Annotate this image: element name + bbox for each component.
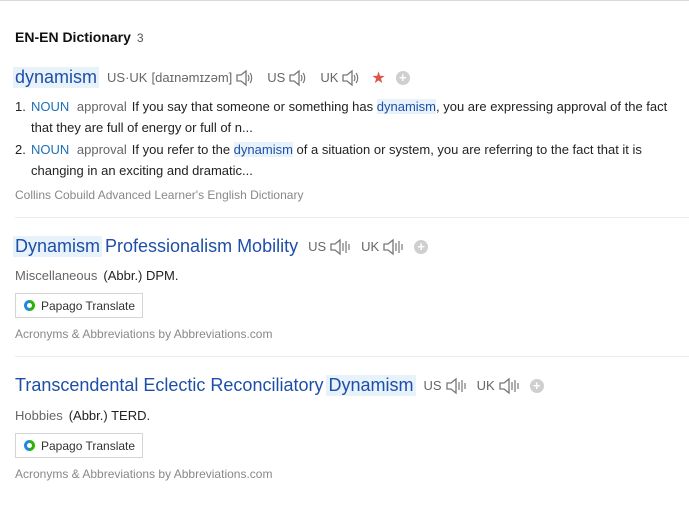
- divider: [15, 356, 689, 357]
- sense-label: approval: [76, 99, 127, 114]
- us-label: US: [267, 70, 286, 85]
- meaning-item: 1. NOUN approval If you say that someone …: [15, 96, 689, 138]
- add-icon[interactable]: +: [395, 70, 410, 85]
- dictionary-source[interactable]: Collins Cobuild Advanced Learner's Engli…: [15, 188, 303, 202]
- meaning-item: 2. NOUN approval If you refer to the dyna…: [15, 139, 689, 181]
- highlight-term: dynamism: [233, 142, 293, 157]
- pron-text: [daɪnəmɪzəm]: [151, 70, 233, 85]
- us-label: US: [423, 378, 442, 393]
- speaker-icon[interactable]: [235, 68, 255, 88]
- sense-label: approval: [76, 142, 127, 157]
- entry2-category-line: Miscellaneous (Abbr.) DPM.: [15, 268, 179, 283]
- uk-label: UK: [361, 239, 380, 254]
- star-icon[interactable]: ★: [371, 68, 385, 88]
- papago-translate-button[interactable]: Papago Translate: [15, 293, 143, 318]
- definition-text: If you refer to the: [131, 142, 234, 157]
- add-icon[interactable]: +: [529, 378, 544, 393]
- entry3-word-link[interactable]: Dynamism: [326, 375, 416, 396]
- meaning-number: 1.: [15, 99, 26, 114]
- entry1-word-link[interactable]: dynamism: [13, 67, 100, 88]
- speaker-icon[interactable]: [341, 68, 361, 88]
- definition-text: If you say that someone or something has: [131, 99, 377, 114]
- entry1-pronunciation: US·UK [daɪnəmɪzəm]: [107, 70, 232, 85]
- entry2-word-rest[interactable]: Professionalism Mobility: [100, 236, 298, 257]
- entry3-word-prefix[interactable]: Transcendental Eclectic Reconciliatory: [15, 375, 328, 396]
- abbreviation-source[interactable]: Acronyms & Abbreviations by Abbreviation…: [15, 467, 272, 481]
- abbreviation-text: (Abbr.) TERD.: [68, 408, 151, 423]
- speaker-icon[interactable]: [329, 237, 351, 257]
- papago-label: Papago Translate: [41, 298, 136, 313]
- top-border: [0, 0, 689, 1]
- category-label: Miscellaneous: [15, 268, 98, 283]
- add-icon[interactable]: +: [414, 239, 429, 254]
- papago-label: Papago Translate: [41, 438, 136, 453]
- entry1-header: dynamism US·UK [daɪnəmɪzəm] US UK ★ +: [13, 67, 410, 88]
- speaker-icon[interactable]: [288, 68, 308, 88]
- part-of-speech: NOUN: [31, 142, 70, 157]
- us-label: US: [308, 239, 327, 254]
- papago-logo-icon: [24, 440, 35, 451]
- abbreviation-text: (Abbr.) DPM.: [103, 268, 179, 283]
- uk-label: UK: [320, 70, 339, 85]
- category-label: Hobbies: [15, 408, 63, 423]
- pron-label: US·UK: [107, 70, 148, 85]
- entry2-header: Dynamism Professionalism Mobility US UK …: [13, 236, 429, 257]
- part-of-speech: NOUN: [31, 99, 70, 114]
- speaker-icon[interactable]: [382, 237, 404, 257]
- uk-label: UK: [476, 378, 495, 393]
- entry2-word-link[interactable]: Dynamism: [13, 236, 103, 257]
- meaning-number: 2.: [15, 142, 26, 157]
- papago-translate-button[interactable]: Papago Translate: [15, 433, 143, 458]
- result-count: 3: [136, 31, 144, 45]
- highlight-term: dynamism: [376, 99, 436, 114]
- divider: [15, 217, 689, 218]
- section-title: EN-EN Dictionary 3: [15, 29, 144, 45]
- entry3-header: Transcendental Eclectic Reconciliatory D…: [15, 375, 544, 396]
- section-title-text: EN-EN Dictionary: [15, 29, 131, 45]
- speaker-icon[interactable]: [445, 376, 467, 396]
- abbreviation-source[interactable]: Acronyms & Abbreviations by Abbreviation…: [15, 327, 272, 341]
- speaker-icon[interactable]: [498, 376, 520, 396]
- entry3-category-line: Hobbies (Abbr.) TERD.: [15, 408, 150, 423]
- papago-logo-icon: [24, 300, 35, 311]
